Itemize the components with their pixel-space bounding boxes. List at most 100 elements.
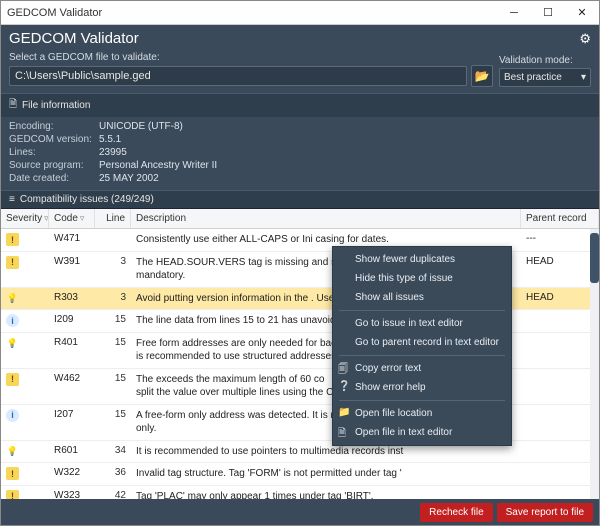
cell-description: Tag 'PLAC' may only appear 1 times under… (131, 486, 521, 500)
scrollbar-thumb[interactable] (590, 233, 599, 283)
cell-severity: ! (1, 486, 49, 500)
settings-icon[interactable]: ⚙ (579, 31, 591, 47)
filter-icon[interactable]: ▿ (44, 213, 49, 224)
minimize-button[interactable]: ─ (497, 1, 531, 24)
file-info-value: 25 MAY 2002 (99, 173, 591, 184)
footer-bar: Recheck file Save report to file (1, 499, 599, 525)
file-path-input[interactable]: C:\Users\Public\sample.ged (9, 66, 467, 86)
file-info-key: GEDCOM version: (9, 134, 99, 145)
cell-parent: --- (521, 229, 599, 248)
menu-item[interactable]: Show all issues (333, 288, 511, 307)
cell-code: R303 (49, 288, 95, 307)
cell-code: W471 (49, 229, 95, 248)
menu-item[interactable]: 🗐Copy error text (333, 359, 511, 378)
close-button[interactable]: ✕ (565, 1, 599, 24)
cell-line: 3 (95, 288, 131, 307)
cell-line: 3 (95, 252, 131, 271)
cell-line: 15 (95, 333, 131, 352)
validation-mode-select[interactable]: Best practice ▾ (499, 68, 591, 87)
issues-section-header: ≡ Compatibility issues (249/249) (1, 190, 599, 208)
menu-item[interactable]: ❔Show error help (333, 378, 511, 397)
cell-parent (521, 441, 599, 449)
cell-code: I207 (49, 405, 95, 424)
cell-line: 42 (95, 486, 131, 500)
filter-icon[interactable]: ▿ (80, 213, 85, 224)
help-icon: ❔ (338, 381, 350, 392)
warning-icon: ! (6, 256, 19, 269)
col-header-description[interactable]: Description (131, 209, 521, 228)
cell-parent (521, 463, 599, 471)
col-header-code[interactable]: Code▿ (49, 209, 95, 228)
table-row[interactable]: ! W32342Tag 'PLAC' may only appear 1 time… (1, 486, 599, 500)
col-header-line[interactable]: Line (95, 209, 131, 228)
cell-code: R401 (49, 333, 95, 352)
cell-parent (521, 369, 599, 377)
cell-severity: ! (1, 369, 49, 390)
chevron-down-icon: ▾ (581, 72, 586, 83)
menu-separator (339, 310, 505, 311)
suggestion-icon: 💡 (6, 292, 19, 305)
cell-line: 15 (95, 310, 131, 329)
suggestion-icon: 💡 (6, 445, 19, 458)
copy-icon: 🗐 (338, 362, 348, 379)
cell-description: Invalid tag structure. Tag 'FORM' is not… (131, 463, 521, 485)
menu-item[interactable]: Go to issue in text editor (333, 314, 511, 333)
warning-icon: ! (6, 233, 19, 246)
cell-parent: HEAD (521, 252, 599, 271)
menu-separator (339, 355, 505, 356)
document-icon: 🗎 (9, 97, 17, 114)
cell-severity: ! (1, 252, 49, 273)
cell-code: W322 (49, 463, 95, 482)
window-title: GEDCOM Validator (7, 7, 497, 19)
file-info-value: 23995 (99, 147, 591, 158)
warning-icon: ! (6, 373, 19, 386)
col-header-severity[interactable]: Severity▿ (1, 209, 49, 228)
cell-parent (521, 333, 599, 341)
context-menu[interactable]: Show fewer duplicatesHide this type of i… (332, 246, 512, 446)
header-panel: GEDCOM Validator ⚙ Select a GEDCOM file … (1, 25, 599, 208)
table-row[interactable]: !W32236Invalid tag structure. Tag 'FORM'… (1, 463, 599, 486)
file-info-key: Encoding: (9, 121, 99, 132)
cell-severity: 💡 (1, 441, 49, 462)
folder-icon: 📂 (475, 69, 490, 83)
menu-item[interactable]: Go to parent record in text editor (333, 333, 511, 352)
cell-parent: HEAD (521, 288, 599, 307)
info-icon: i (6, 314, 19, 327)
cell-line (95, 229, 131, 237)
validation-mode-label: Validation mode: (499, 55, 591, 66)
cell-line: 15 (95, 405, 131, 424)
file-info-grid: Encoding:UNICODE (UTF-8)GEDCOM version:5… (1, 117, 599, 190)
cell-line: 36 (95, 463, 131, 482)
list-icon: ≡ (9, 194, 15, 205)
cell-code: W462 (49, 369, 95, 388)
warning-icon: ! (6, 490, 19, 500)
menu-item[interactable]: Show fewer duplicates (333, 250, 511, 269)
cell-parent (521, 310, 599, 318)
file-info-key: Date created: (9, 173, 99, 184)
cell-code: W323 (49, 486, 95, 500)
menu-separator (339, 400, 505, 401)
issues-title: Compatibility issues (249/249) (20, 194, 154, 205)
file-info-section-header: 🗎 File information (1, 93, 599, 117)
maximize-button[interactable]: ☐ (531, 1, 565, 24)
cell-severity: 💡 (1, 333, 49, 354)
save-report-button[interactable]: Save report to file (497, 503, 593, 522)
browse-button[interactable]: 📂 (471, 65, 493, 87)
cell-code: I209 (49, 310, 95, 329)
cell-severity: 💡 (1, 288, 49, 309)
menu-item[interactable]: 📁Open file location (333, 404, 511, 423)
cell-line: 15 (95, 369, 131, 388)
issues-table-header: Severity▿ Code▿ Line Description Parent … (1, 209, 599, 229)
menu-item[interactable]: 🗎Open file in text editor (333, 423, 511, 442)
cell-parent (521, 405, 599, 413)
menu-item[interactable]: Hide this type of issue (333, 269, 511, 288)
file-picker-label: Select a GEDCOM file to validate: (9, 52, 493, 63)
cell-severity: ! (1, 229, 49, 250)
cell-code: W391 (49, 252, 95, 271)
app-title: GEDCOM Validator (9, 30, 139, 47)
cell-severity: i (1, 310, 49, 331)
col-header-parent[interactable]: Parent record (521, 209, 599, 228)
recheck-file-button[interactable]: Recheck file (420, 503, 492, 522)
window-controls: ─ ☐ ✕ (497, 1, 599, 24)
folder-icon: 📁 (338, 407, 350, 418)
